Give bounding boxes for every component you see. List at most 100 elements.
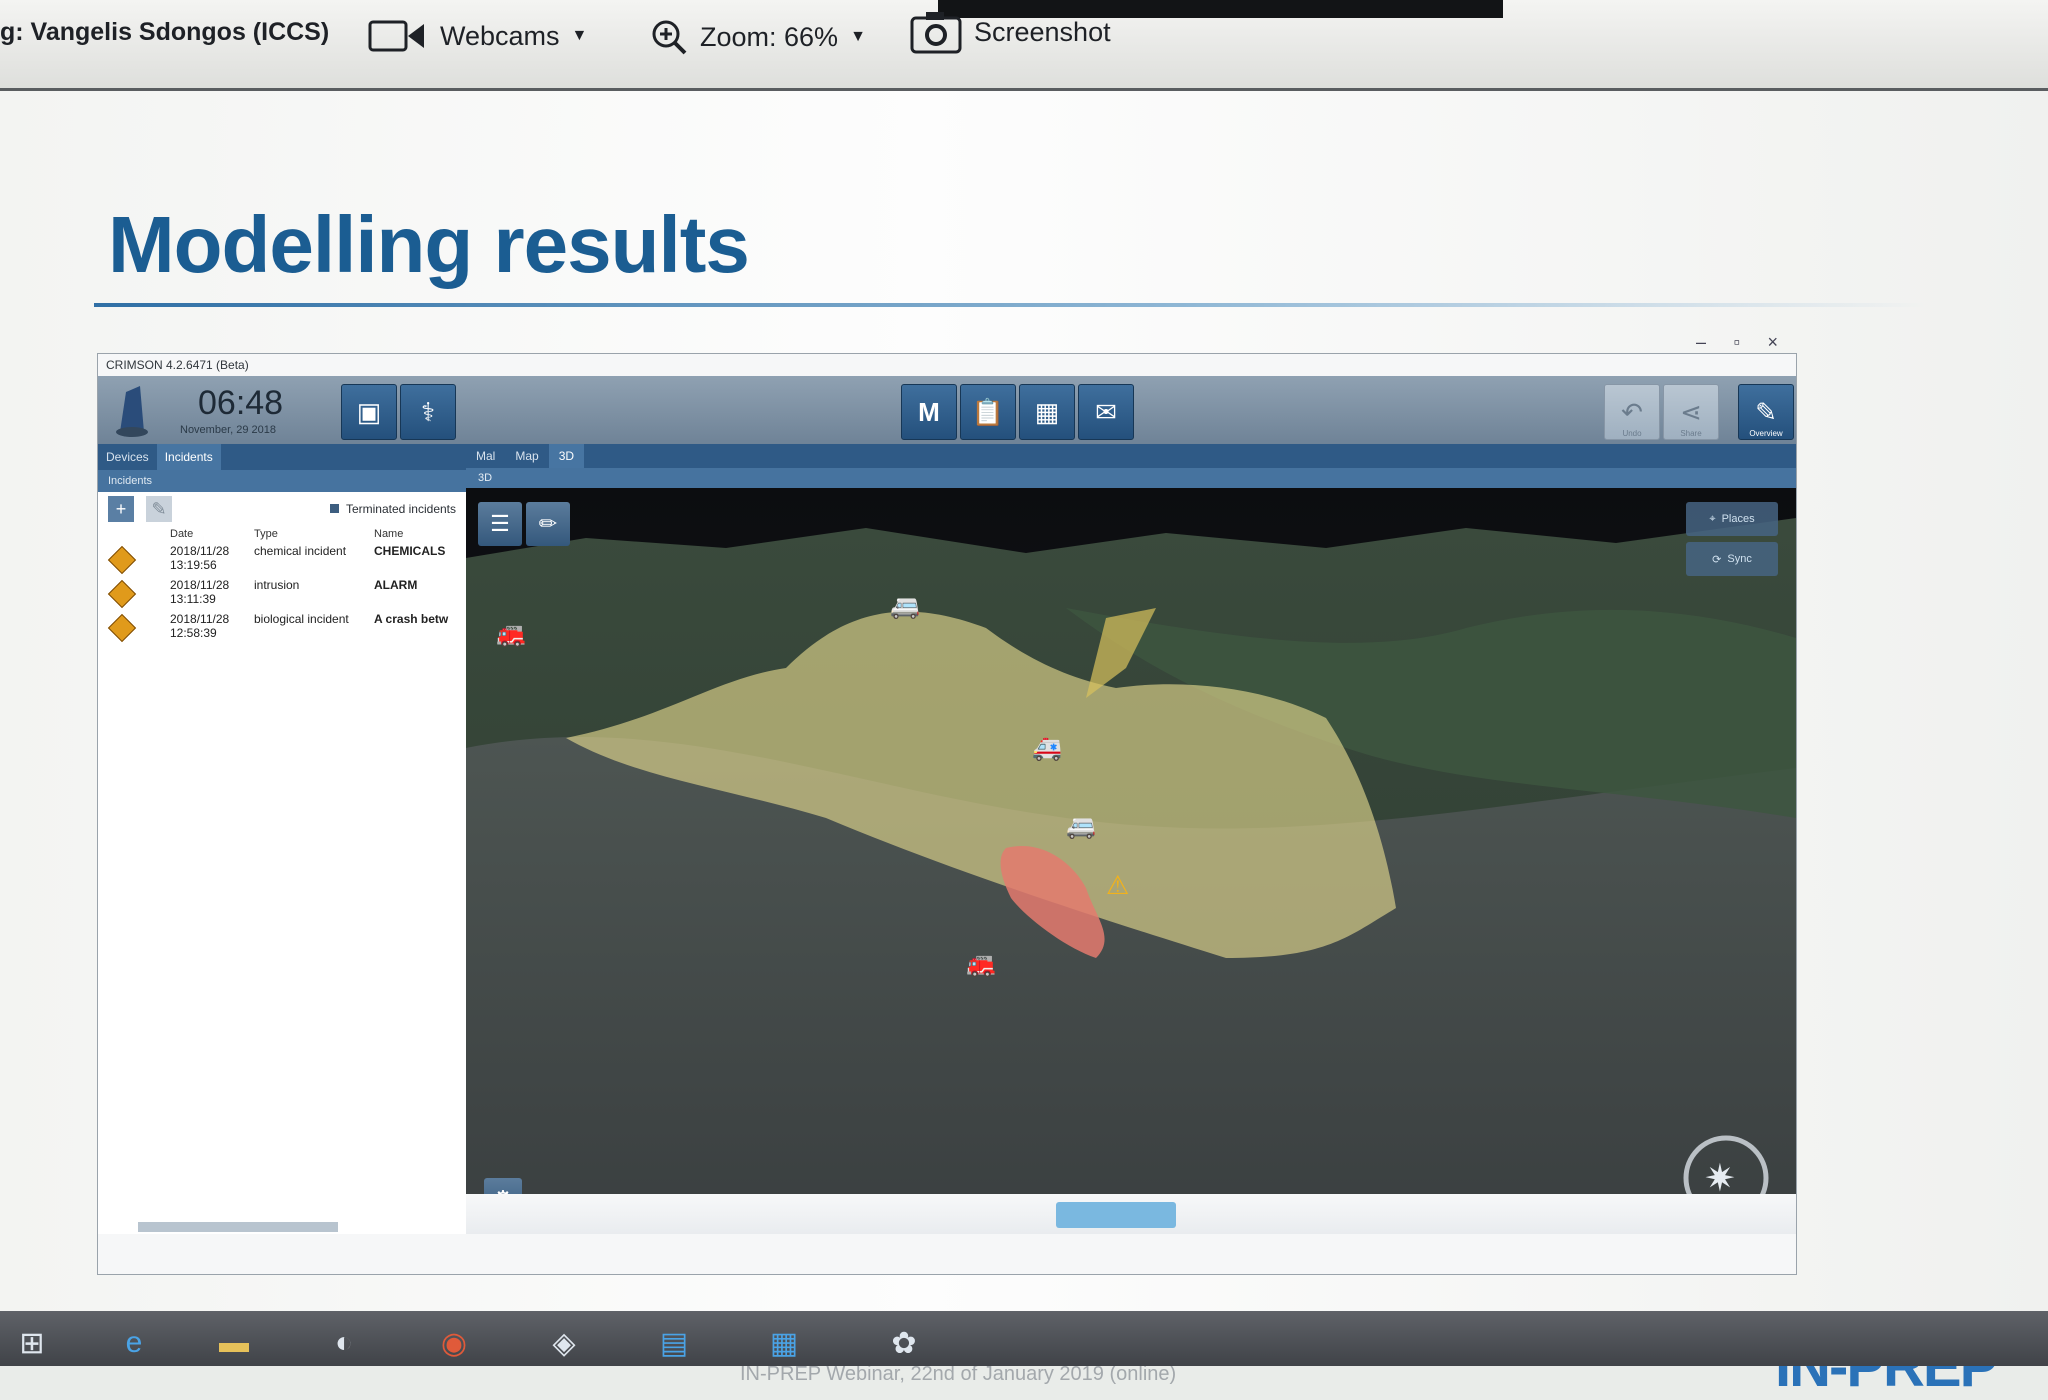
zoom-menu[interactable]: Zoom: 66% ▼ (650, 18, 866, 56)
envelope-icon: ✉ (1095, 396, 1117, 427)
webcams-menu[interactable]: Webcams ▼ (368, 18, 587, 54)
slide-footer: IN-PREP Webinar, 22nd of January 2019 (o… (740, 1363, 1177, 1385)
incident-date: 2018/11/28 12:58:39 (170, 612, 230, 640)
table-row[interactable]: 2018/11/28 12:58:39 biological incident … (98, 610, 466, 644)
incident-name: A crash betw (374, 612, 449, 626)
app4-icon: ▦ (769, 1326, 799, 1360)
webinar-toolbar: g: Vangelis Sdongos (ICCS) Webcams ▼ Zoo… (0, 0, 2048, 91)
vehicle-marker-icon[interactable]: 🚐 (890, 592, 920, 621)
app4-taskbar-button[interactable]: ▦ (760, 1323, 808, 1363)
reports-button[interactable]: 📋 (960, 384, 1016, 440)
app-taskbar-button[interactable]: ◐ (320, 1323, 368, 1363)
presenter-name: g: Vangelis Sdongos (ICCS) (0, 18, 330, 46)
windows-icon: ⊞ (19, 1326, 45, 1360)
explorer-taskbar-button[interactable]: ▬ (210, 1323, 258, 1363)
status-button[interactable] (1056, 1202, 1176, 1228)
app5-taskbar-button[interactable]: ✿ (880, 1323, 928, 1363)
app2-icon: ◈ (552, 1326, 576, 1360)
ie-taskbar-button[interactable]: e (110, 1323, 158, 1363)
share-label: Share (1680, 429, 1702, 438)
hazard-icon (107, 545, 137, 575)
icon-column (98, 526, 166, 542)
clipboard-icon: 📋 (971, 396, 1005, 427)
tab-devices[interactable]: Devices (98, 444, 157, 470)
terminated-label: Terminated incidents (345, 502, 456, 516)
table-row[interactable]: 2018/11/28 13:19:56 chemical incident CH… (98, 542, 466, 576)
map-view-button[interactable]: M (901, 384, 957, 440)
app3-icon: ▤ (659, 1326, 689, 1360)
vehicle-marker-icon[interactable]: 🚒 (496, 620, 526, 649)
ruler-icon: ✏ (538, 511, 558, 536)
incident-name: CHEMICALS (374, 544, 446, 558)
clock-time: 06:48 (198, 384, 284, 422)
share-button[interactable]: ⋖ Share (1663, 384, 1719, 440)
incident-date: 2018/11/28 13:11:39 (170, 578, 230, 606)
layers-button[interactable]: ☰ (478, 502, 522, 546)
app3-taskbar-button[interactable]: ▤ (650, 1323, 698, 1363)
start-button[interactable]: ⊞ (8, 1323, 56, 1363)
map-statusbar (466, 1194, 1796, 1234)
name-column: Name (374, 528, 404, 540)
layers-icon: ☰ (490, 511, 510, 536)
taskbar: ⊞ e ▬ ◐ ◉ ◈ ▤ ▦ ✿ (0, 1311, 2048, 1366)
layout-button[interactable]: ▣ (341, 384, 397, 440)
incident-type: intrusion (254, 578, 300, 592)
screenshot-label: Screenshot (974, 16, 1111, 47)
clock-date: November, 29 2018 (180, 424, 277, 436)
plus-icon: + (115, 498, 127, 519)
table-row[interactable]: 2018/11/28 13:11:39 intrusion ALARM (98, 576, 466, 610)
places-label: Places (1721, 513, 1755, 525)
minimize-icon[interactable]: – (1696, 332, 1706, 353)
incidents-subheader: Incidents (98, 470, 466, 492)
camera-icon (368, 20, 424, 52)
vehicle-marker-icon[interactable]: 🚐 (1066, 812, 1096, 841)
terminated-toggle[interactable]: Terminated incidents (329, 502, 456, 516)
ambulance-icon: ⚕ (420, 396, 436, 427)
tab-mal[interactable]: Mal (466, 444, 505, 468)
restore-icon[interactable]: ▫ (1734, 332, 1740, 353)
incident-marker-icon[interactable]: ⚠ (1106, 870, 1129, 901)
sync-button[interactable]: ⟳ Sync (1686, 542, 1778, 576)
edit-incident-button[interactable]: ✎ (146, 496, 172, 522)
date-column: Date (170, 528, 194, 540)
overview-button[interactable]: ✎ Overview (1738, 384, 1794, 440)
shared-screen: Modelling results – ▫ × CRIMSON 4.2.6471… (0, 91, 2048, 1399)
chrome-taskbar-button[interactable]: ◉ (430, 1323, 478, 1363)
horizontal-scrollbar[interactable] (138, 1222, 338, 1232)
incident-name: ALARM (374, 578, 418, 592)
places-button[interactable]: ⌖ Places (1686, 502, 1778, 536)
terrain-render (466, 488, 1796, 1234)
add-incident-button[interactable]: + (108, 496, 134, 522)
vehicle-marker-icon[interactable]: 🚑 (1032, 734, 1062, 763)
incident-tools: + ✎ Terminated incidents (98, 492, 466, 526)
incident-type: biological incident (254, 612, 349, 626)
undo-icon: ↶ (1621, 396, 1643, 427)
measure-button[interactable]: ✏ (526, 502, 570, 546)
undo-button[interactable]: ↶ Undo (1604, 384, 1660, 440)
sync-icon: ⟳ (1712, 553, 1722, 566)
terrain-3d-view[interactable]: ☰ ✏ ⌖ Places ⟳ Sync ⚙ 🚐 🚒 🚑 🚐 ⚠ 🚒 ✷ (466, 488, 1796, 1234)
undo-label: Undo (1622, 429, 1642, 438)
chevron-down-icon: ▼ (850, 28, 866, 45)
folder-icon: ▬ (219, 1326, 249, 1359)
webcams-label: Webcams (440, 20, 560, 51)
table-header: Date Type Name (98, 526, 466, 542)
presenter-label: g: Vangelis Sdongos (ICCS) (0, 18, 329, 47)
close-icon[interactable]: × (1767, 332, 1778, 353)
grid-icon: ▦ (1034, 396, 1060, 427)
messages-button[interactable]: ✉ (1078, 384, 1134, 440)
vehicle-marker-icon[interactable]: 🚒 (966, 950, 996, 979)
tab-3d[interactable]: 3D (548, 444, 585, 468)
pin-icon: ⌖ (1709, 512, 1716, 525)
incident-type: chemical incident (254, 544, 347, 558)
tab-incidents[interactable]: Incidents (156, 444, 221, 470)
screenshot-camera-icon (910, 12, 962, 54)
hazard-icon (107, 613, 137, 643)
app2-taskbar-button[interactable]: ◈ (540, 1323, 588, 1363)
checkbox-icon (329, 504, 339, 513)
tab-map[interactable]: Map (505, 444, 548, 468)
screenshot-button[interactable]: Screenshot (910, 10, 1111, 54)
units-button[interactable]: ⚕ (400, 384, 456, 440)
map-tabs: Mal Map 3D (466, 444, 1796, 468)
grid-button[interactable]: ▦ (1019, 384, 1075, 440)
